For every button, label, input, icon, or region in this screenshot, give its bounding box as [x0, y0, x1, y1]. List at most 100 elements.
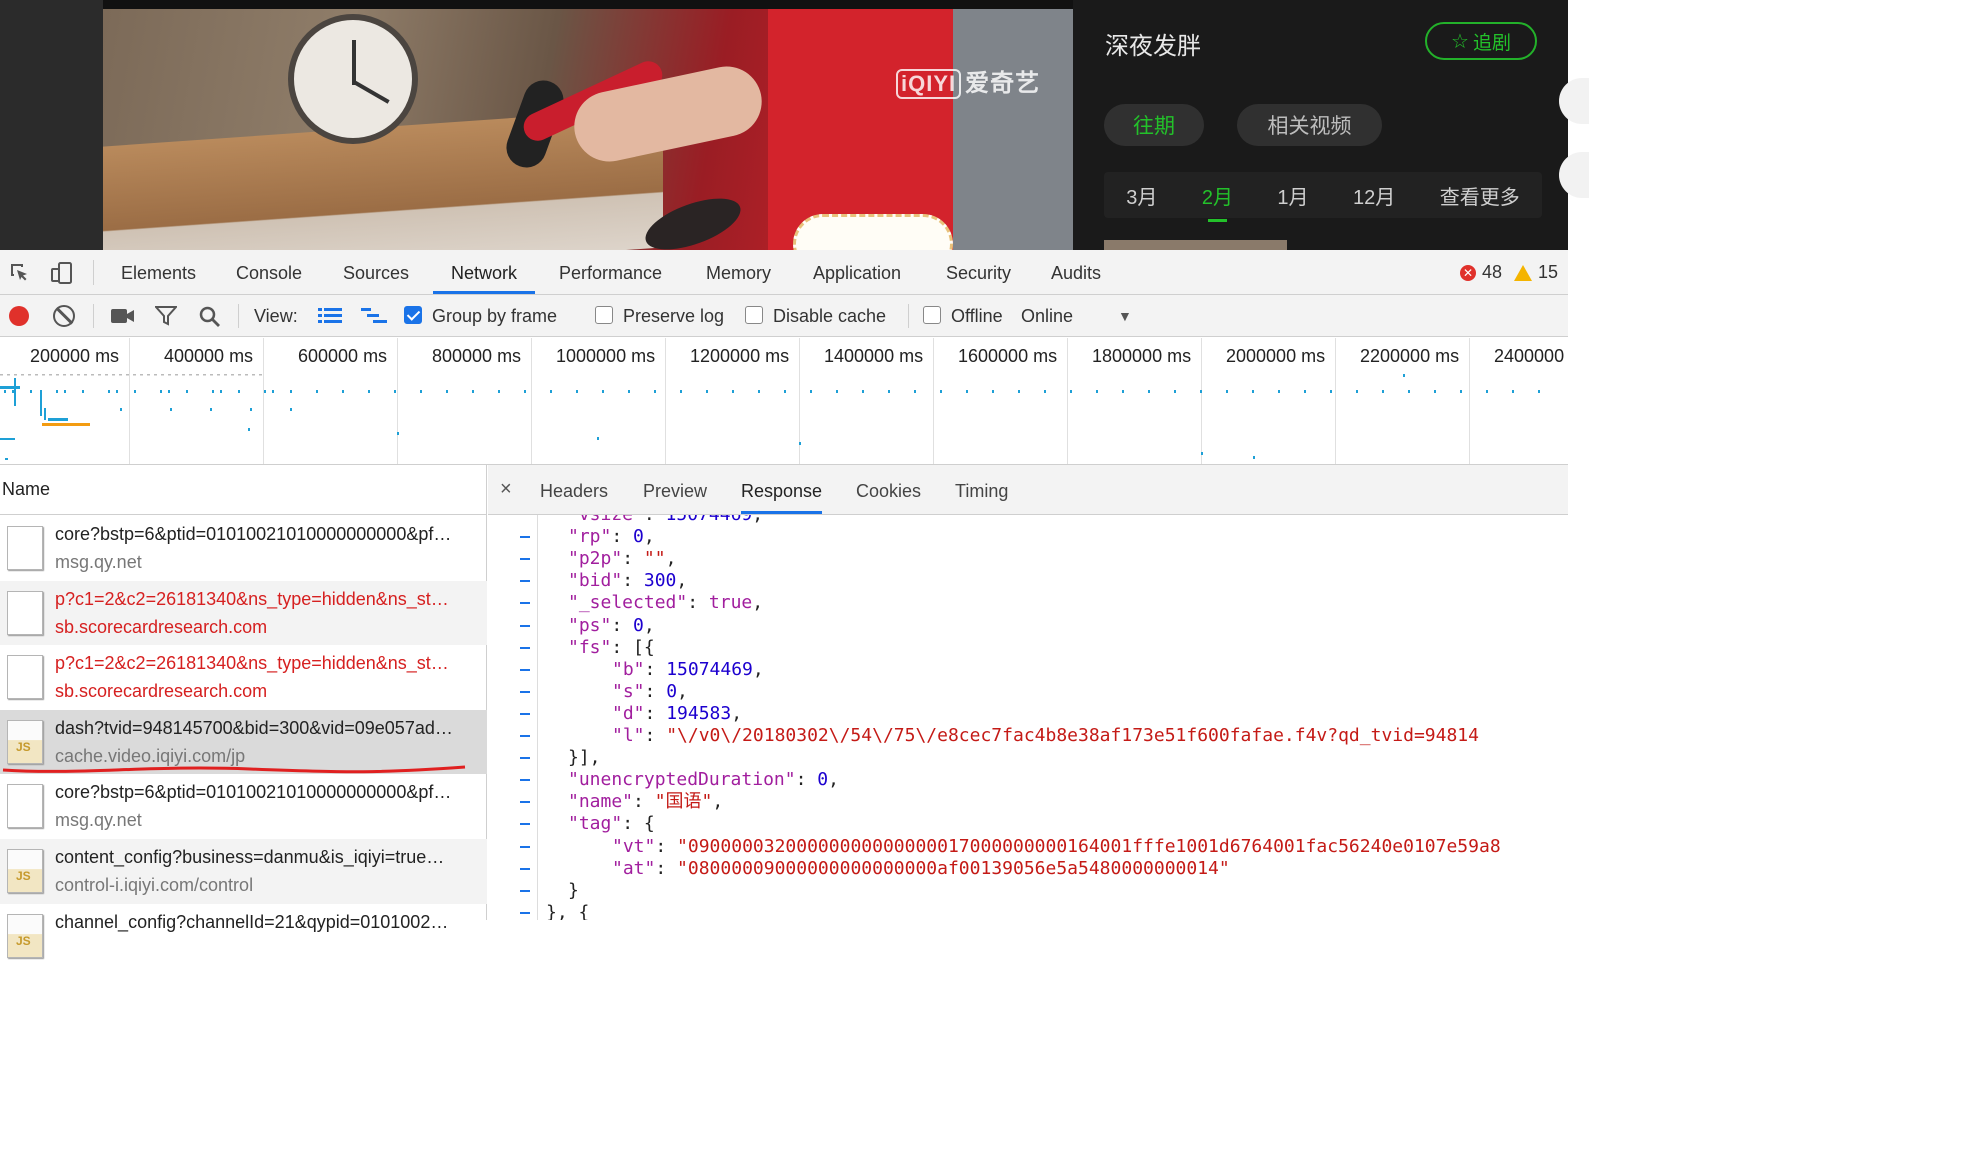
chevron-down-icon[interactable]: ▼	[1118, 304, 1132, 328]
fold-marker[interactable]	[520, 558, 530, 561]
tab-network[interactable]: Network	[433, 250, 536, 294]
month-tab-december[interactable]: 12月	[1353, 181, 1395, 210]
tab-past-episodes[interactable]: 往期	[1104, 104, 1204, 146]
tab-preview[interactable]: Preview	[643, 465, 707, 514]
js-file-label: JS	[16, 869, 31, 883]
record-button[interactable]	[9, 306, 29, 326]
tab-security[interactable]: Security	[946, 250, 1011, 294]
request-mark	[1200, 390, 1202, 393]
fold-marker[interactable]	[520, 845, 530, 848]
month-tab-january[interactable]: 1月	[1277, 181, 1308, 210]
request-mark	[342, 390, 344, 393]
fold-marker[interactable]	[520, 646, 530, 649]
request-name: core?bstp=6&ptid=01010021010000000000&pf…	[55, 782, 452, 803]
fold-marker[interactable]	[520, 580, 530, 583]
error-icon: ✕	[1460, 264, 1476, 281]
tab-console[interactable]: Console	[236, 250, 302, 294]
capture-screenshots-icon[interactable]	[111, 307, 135, 325]
video-player[interactable]: iQIYI 爱奇艺	[103, 0, 1073, 250]
fold-marker[interactable]	[520, 867, 530, 870]
request-mark	[98, 374, 101, 376]
tab-sources[interactable]: Sources	[343, 250, 409, 294]
request-mark	[49, 374, 52, 376]
response-body[interactable]: "vsize": 15074469,"rp": 0,"p2p": "","bid…	[488, 515, 1568, 920]
tab-elements[interactable]: Elements	[121, 250, 196, 294]
tab-timing[interactable]: Timing	[955, 465, 1008, 514]
fold-marker[interactable]	[520, 668, 530, 671]
tab-performance[interactable]: Performance	[559, 250, 662, 294]
request-row[interactable]: p?c1=2&c2=26181340&ns_type=hidden&ns_st……	[0, 645, 487, 710]
request-mark	[550, 390, 552, 393]
request-row[interactable]: JS channel_config?channelId=21&qypid=0101…	[0, 904, 487, 969]
tab-related-videos[interactable]: 相关视频	[1237, 104, 1382, 146]
group-by-frame-checkbox[interactable]	[404, 306, 422, 324]
request-mark	[4, 390, 6, 393]
response-line: }	[568, 879, 579, 901]
fold-marker[interactable]	[520, 624, 530, 627]
inspect-element-icon[interactable]	[9, 262, 31, 284]
month-tab-february[interactable]: 2月	[1202, 181, 1233, 222]
request-mark	[182, 374, 185, 376]
request-mark	[210, 374, 213, 376]
request-mark	[1174, 390, 1176, 393]
disable-cache-checkbox[interactable]	[745, 306, 763, 324]
month-tab-march[interactable]: 3月	[1126, 181, 1157, 210]
fold-marker[interactable]	[520, 801, 530, 804]
fold-marker[interactable]	[520, 690, 530, 693]
request-mark	[1070, 390, 1072, 393]
request-mark	[30, 390, 32, 393]
request-row[interactable]: JS content_config?business=danmu&is_iqiyi…	[0, 839, 487, 904]
fold-marker[interactable]	[520, 536, 530, 539]
request-mark	[238, 390, 240, 393]
offline-checkbox[interactable]	[923, 306, 941, 324]
scroll-arrow-button[interactable]	[1559, 78, 1589, 124]
request-mark	[628, 390, 630, 393]
request-mark	[175, 374, 178, 376]
request-row[interactable]: core?bstp=6&ptid=01010021010000000000&pf…	[0, 516, 487, 581]
follow-button[interactable]: ☆ 追剧	[1425, 22, 1537, 60]
close-icon[interactable]: ×	[500, 478, 512, 501]
clear-button[interactable]	[53, 305, 75, 327]
response-line: "rp": 0,	[568, 526, 655, 548]
fold-marker[interactable]	[520, 911, 530, 914]
request-mark	[810, 390, 812, 393]
request-row[interactable]: p?c1=2&c2=26181340&ns_type=hidden&ns_st……	[0, 580, 487, 646]
search-icon[interactable]	[199, 306, 221, 328]
divider	[93, 304, 94, 328]
response-line: "tag": {	[568, 813, 655, 835]
request-mark	[602, 390, 604, 393]
fold-marker[interactable]	[520, 602, 530, 605]
large-rows-icon[interactable]	[318, 307, 342, 325]
request-mark	[758, 390, 760, 393]
network-overview-timeline[interactable]: 200000 ms 400000 ms 600000 ms 800000 ms …	[0, 338, 1568, 465]
tab-memory[interactable]: Memory	[706, 250, 771, 294]
episode-thumbnail[interactable]	[1104, 240, 1287, 250]
console-counts[interactable]: ✕ 48 15	[1460, 262, 1558, 283]
tab-application[interactable]: Application	[813, 250, 901, 294]
fold-marker[interactable]	[520, 823, 530, 826]
scroll-arrow-button[interactable]	[1559, 152, 1589, 198]
filter-icon[interactable]	[155, 306, 177, 326]
request-mark	[0, 386, 20, 389]
response-line: "_selected": true,	[568, 592, 764, 614]
tab-headers[interactable]: Headers	[540, 465, 608, 514]
name-column-header[interactable]: Name	[0, 465, 487, 515]
fold-marker[interactable]	[520, 712, 530, 715]
tab-cookies[interactable]: Cookies	[856, 465, 921, 514]
request-mark	[77, 374, 80, 376]
preserve-log-checkbox[interactable]	[595, 306, 613, 324]
see-more-link[interactable]: 查看更多	[1440, 181, 1520, 210]
device-toolbar-icon[interactable]	[51, 262, 73, 284]
fold-marker[interactable]	[520, 735, 530, 737]
request-mark	[147, 374, 150, 376]
request-mark	[290, 408, 292, 411]
tab-response[interactable]: Response	[741, 465, 823, 514]
tab-audits[interactable]: Audits	[1051, 250, 1101, 294]
waterfall-overview-icon[interactable]	[361, 307, 387, 325]
fold-marker[interactable]	[520, 779, 530, 782]
throttling-select[interactable]: Online	[1021, 304, 1073, 328]
response-line: "s": 0,	[612, 680, 688, 702]
fold-marker[interactable]	[520, 757, 530, 760]
request-mark	[1330, 390, 1332, 393]
fold-marker[interactable]	[520, 889, 530, 892]
